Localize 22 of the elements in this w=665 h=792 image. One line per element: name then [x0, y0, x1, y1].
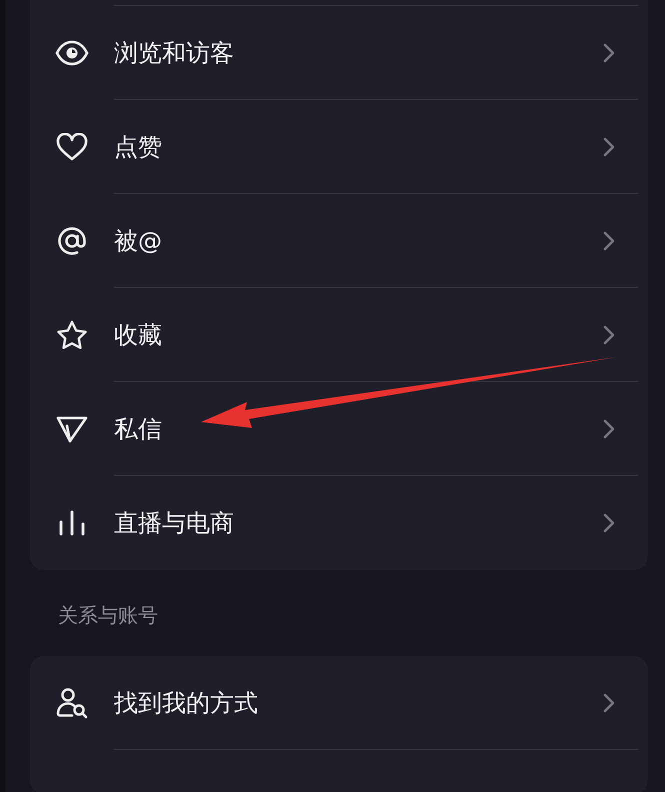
person-search-icon: [55, 687, 89, 719]
paper-plane-icon: [56, 415, 88, 443]
menu-item-label[interactable]: 被@: [114, 225, 602, 257]
star-icon: [56, 320, 88, 350]
chevron-right-icon: [602, 136, 616, 158]
heart-icon: [56, 133, 88, 161]
chevron-right-icon: [602, 692, 616, 714]
menu-item-label[interactable]: 找到我的方式: [114, 687, 602, 719]
menu-item-label[interactable]: 点赞: [114, 131, 602, 163]
section-header: 关系与账号: [57, 602, 159, 628]
bar-chart-icon: [57, 510, 87, 536]
menu-item-label[interactable]: 收藏: [114, 319, 602, 351]
chevron-right-icon: [602, 42, 616, 64]
menu-item-label[interactable]: 私信: [114, 413, 602, 445]
chevron-right-icon: [602, 324, 616, 346]
chevron-right-icon: [602, 230, 616, 252]
menu-item-label[interactable]: 浏览和访客: [114, 37, 602, 69]
eye-icon: [55, 39, 89, 67]
chevron-right-icon: [602, 418, 616, 440]
at-sign-icon: [57, 226, 87, 256]
chevron-right-icon: [602, 512, 616, 534]
menu-item-label[interactable]: 直播与电商: [114, 507, 602, 539]
